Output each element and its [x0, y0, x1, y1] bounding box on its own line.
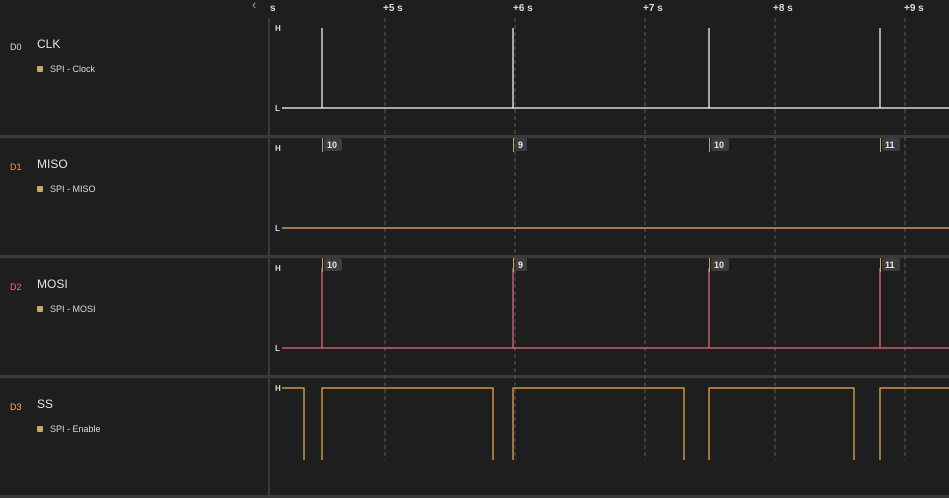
time-tick-label: +5 s: [383, 3, 403, 14]
channel-label-panel[interactable]: D2 MOSI SPI - MOSI: [0, 258, 270, 375]
decode-value: 10: [327, 140, 337, 150]
decode-value: 11: [885, 260, 895, 270]
channel-id: D0: [10, 42, 22, 52]
decode-value: 10: [327, 260, 337, 270]
decode-value: 10: [714, 140, 724, 150]
waveform-plot[interactable]: HLHL1091011HL1091011HL: [270, 18, 949, 460]
decode-marker: [322, 138, 323, 152]
time-tick-label: +6 s: [513, 3, 533, 14]
analyzer-label: SPI - MOSI: [50, 304, 96, 314]
level-high-label: H: [275, 264, 281, 273]
channel-name[interactable]: CLK: [37, 37, 60, 51]
analyzer-label: SPI - Enable: [50, 424, 101, 434]
channel-id: D2: [10, 282, 22, 292]
level-high-label: H: [275, 384, 281, 393]
analyzer-color-swatch: [37, 306, 43, 312]
channel-label-panel[interactable]: D1 MISO SPI - MISO: [0, 138, 270, 255]
decode-marker: [880, 138, 881, 152]
decode-value: 11: [885, 140, 895, 150]
decode-value: 9: [518, 140, 523, 150]
decode-marker: [880, 258, 881, 272]
level-high-label: H: [275, 144, 281, 153]
analyzer-color-swatch: [37, 426, 43, 432]
waveform-trace: [282, 387, 949, 460]
level-high-label: H: [275, 24, 281, 33]
analyzer-color-swatch: [37, 66, 43, 72]
decode-value: 9: [518, 260, 523, 270]
level-low-label: L: [275, 344, 280, 353]
channel-label-panel[interactable]: D0 CLK SPI - Clock: [0, 18, 270, 135]
channel-name[interactable]: MISO: [37, 157, 68, 171]
channel-name[interactable]: SS: [37, 397, 53, 411]
analyzer-color-swatch: [37, 186, 43, 192]
time-ruler[interactable]: ‹ s +5 s +6 s +7 s +8 s +9 s: [0, 0, 949, 18]
decode-marker: [322, 258, 323, 272]
analyzer-label: SPI - MISO: [50, 184, 96, 194]
decode-marker: [513, 258, 514, 272]
channel-name[interactable]: MOSI: [37, 277, 68, 291]
decode-marker: [709, 258, 710, 272]
time-tick-label: +8 s: [773, 3, 793, 14]
channel-label-panel[interactable]: D3 SS SPI - Enable: [0, 378, 270, 495]
scroll-left-icon[interactable]: ‹: [252, 0, 256, 12]
level-low-label: L: [275, 224, 280, 233]
decode-marker: [709, 138, 710, 152]
analyzer-label: SPI - Clock: [50, 64, 96, 74]
level-low-label: L: [275, 104, 280, 113]
channel-id: D3: [10, 402, 22, 412]
time-origin-label: s: [270, 3, 276, 14]
analyzer-tag[interactable]: SPI - MOSI: [37, 304, 96, 314]
decode-marker: [513, 138, 514, 152]
analyzer-tag[interactable]: SPI - Enable: [37, 424, 101, 434]
time-tick-label: +9 s: [904, 3, 924, 14]
analyzer-tag[interactable]: SPI - MISO: [37, 184, 96, 194]
decode-value: 10: [714, 260, 724, 270]
time-tick-label: +7 s: [643, 3, 663, 14]
channel-id: D1: [10, 162, 22, 172]
analyzer-tag[interactable]: SPI - Clock: [37, 64, 95, 74]
